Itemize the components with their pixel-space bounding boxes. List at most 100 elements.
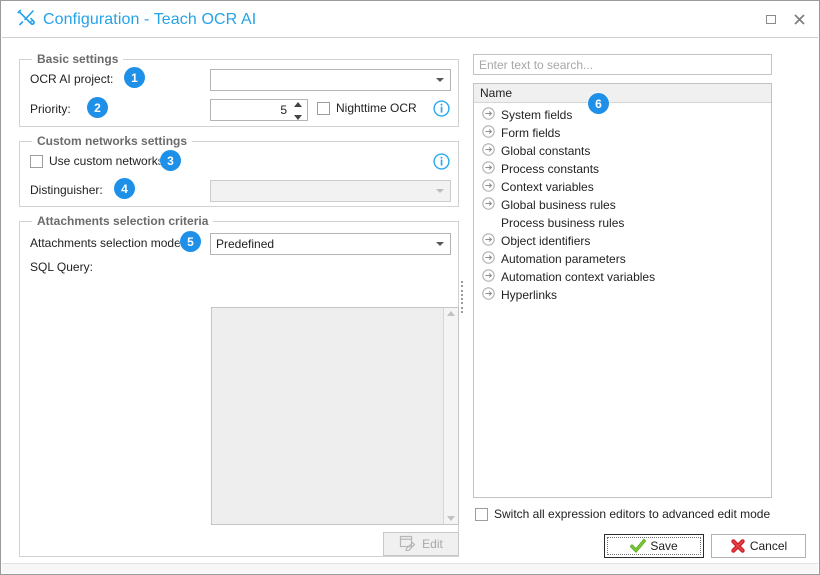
nighttime-ocr-checkbox[interactable]: Nighttime OCR <box>317 101 417 115</box>
tree-item[interactable]: Process business rules <box>474 214 771 232</box>
info-icon-basic[interactable] <box>433 100 450 117</box>
tree-item[interactable]: Automation parameters <box>474 250 771 268</box>
info-icon-custom[interactable] <box>433 153 450 170</box>
scroll-down-icon[interactable] <box>447 516 455 521</box>
tree-rows: System fields Form fields Global constants… <box>474 103 771 304</box>
priority-label: Priority: <box>30 102 71 116</box>
sql-query-textarea[interactable] <box>211 307 459 525</box>
tree-item[interactable]: Process constants <box>474 160 771 178</box>
sql-query-label: SQL Query: <box>30 260 93 274</box>
group-custom-networks: Custom networks settings Use custom netw… <box>19 134 459 207</box>
sql-scrollbar[interactable] <box>443 308 458 524</box>
checkbox-box <box>475 507 488 521</box>
tree-column-header-name: Name <box>474 84 771 103</box>
maximize-icon <box>766 14 776 24</box>
configuration-dialog: Configuration - Teach OCR AI Basic setti… <box>0 0 820 575</box>
maximize-button[interactable] <box>764 12 778 26</box>
insert-arrow-icon[interactable] <box>482 143 495 159</box>
ocr-project-combo[interactable] <box>210 69 451 91</box>
tree-item-label: Automation context variables <box>501 270 656 284</box>
tree-item-label: Hyperlinks <box>501 288 558 302</box>
close-icon <box>793 13 805 25</box>
tree-item[interactable]: Hyperlinks <box>474 286 771 304</box>
badge-2: 2 <box>87 97 108 118</box>
status-bar <box>2 563 818 573</box>
group-basic-settings-title: Basic settings <box>32 52 124 66</box>
tree-item-spacer <box>482 217 495 230</box>
distinguisher-combo[interactable] <box>210 180 451 202</box>
badge-5: 5 <box>180 231 201 252</box>
advanced-edit-mode-label: Switch all expression editors to advance… <box>494 507 771 521</box>
attachments-mode-value: Predefined <box>216 237 275 251</box>
insert-arrow-icon[interactable] <box>482 179 495 195</box>
close-button[interactable] <box>792 12 806 26</box>
chevron-down-icon <box>436 242 444 246</box>
tree-item[interactable]: Global business rules <box>474 196 771 214</box>
tree-column-header-label: Name <box>480 86 513 100</box>
stepper-up-icon[interactable] <box>293 102 302 107</box>
edit-button[interactable]: Edit <box>383 532 459 556</box>
insert-arrow-icon[interactable] <box>482 197 495 213</box>
check-icon <box>629 538 647 554</box>
window-controls <box>764 12 806 26</box>
insert-arrow-icon[interactable] <box>482 125 495 141</box>
search-placeholder: Enter text to search... <box>479 57 594 72</box>
save-button[interactable]: Save <box>604 534 704 558</box>
priority-stepper[interactable]: 5 <box>210 99 308 121</box>
tree-item[interactable]: Global constants <box>474 142 771 160</box>
tree-item-label: Object identifiers <box>501 234 591 248</box>
checkbox-box <box>30 154 43 168</box>
tree-item-label: Process constants <box>501 162 600 176</box>
attachments-mode-combo[interactable]: Predefined <box>210 233 451 255</box>
expression-elements-panel: Enter text to search... Name System fiel… <box>471 45 811 561</box>
insert-arrow-icon[interactable] <box>482 269 495 285</box>
priority-value: 5 <box>280 103 287 117</box>
page-title: Configuration - Teach OCR AI <box>43 10 257 28</box>
cancel-button[interactable]: Cancel <box>711 534 806 558</box>
tools-icon <box>16 9 36 30</box>
search-input[interactable]: Enter text to search... <box>473 54 772 75</box>
settings-panel: Basic settings OCR AI project: 1 Priorit… <box>11 45 459 561</box>
insert-arrow-icon[interactable] <box>482 287 495 303</box>
tree-item-label: Form fields <box>501 126 561 140</box>
tree-item[interactable]: Object identifiers <box>474 232 771 250</box>
tree-item-label: Global business rules <box>501 198 616 212</box>
tree-item-label: Process business rules <box>501 216 625 230</box>
tree-item-label: Global constants <box>501 144 591 158</box>
badge-4: 4 <box>114 178 135 199</box>
cancel-button-label: Cancel <box>749 539 788 553</box>
chevron-down-icon <box>436 78 444 82</box>
stepper-down-icon[interactable] <box>293 115 302 120</box>
tree-item[interactable]: Context variables <box>474 178 771 196</box>
elements-tree: Name System fields Form fields Global cons… <box>473 83 772 498</box>
insert-arrow-icon[interactable] <box>482 107 495 123</box>
tree-item-label: Context variables <box>501 180 594 194</box>
distinguisher-label: Distinguisher: <box>30 183 103 197</box>
group-basic-settings: Basic settings OCR AI project: 1 Priorit… <box>19 52 459 127</box>
insert-arrow-icon[interactable] <box>482 233 495 249</box>
checkbox-box <box>317 101 330 115</box>
scroll-up-icon[interactable] <box>447 311 455 316</box>
tree-item[interactable]: Form fields <box>474 124 771 142</box>
cancel-x-icon <box>730 538 746 554</box>
tree-item[interactable]: Automation context variables <box>474 268 771 286</box>
tree-item[interactable]: System fields <box>474 106 771 124</box>
use-custom-networks-checkbox[interactable]: Use custom networks <box>30 154 164 168</box>
edit-pencil-icon <box>399 535 416 554</box>
use-custom-networks-label: Use custom networks <box>49 154 164 168</box>
stepper-arrows[interactable] <box>293 102 302 120</box>
badge-6: 6 <box>588 93 609 114</box>
edit-button-label: Edit <box>422 537 443 551</box>
tree-item-label: System fields <box>501 108 573 122</box>
insert-arrow-icon[interactable] <box>482 161 495 177</box>
tree-item-label: Automation parameters <box>501 252 626 266</box>
chevron-down-icon <box>436 189 444 193</box>
panel-splitter[interactable] <box>460 281 464 313</box>
nighttime-ocr-label: Nighttime OCR <box>336 101 417 115</box>
insert-arrow-icon[interactable] <box>482 251 495 267</box>
ocr-project-label: OCR AI project: <box>30 72 114 86</box>
advanced-edit-mode-checkbox[interactable]: Switch all expression editors to advance… <box>475 507 770 521</box>
group-custom-networks-title: Custom networks settings <box>32 134 193 148</box>
title-bar: Configuration - Teach OCR AI <box>2 2 818 38</box>
badge-1: 1 <box>124 67 145 88</box>
